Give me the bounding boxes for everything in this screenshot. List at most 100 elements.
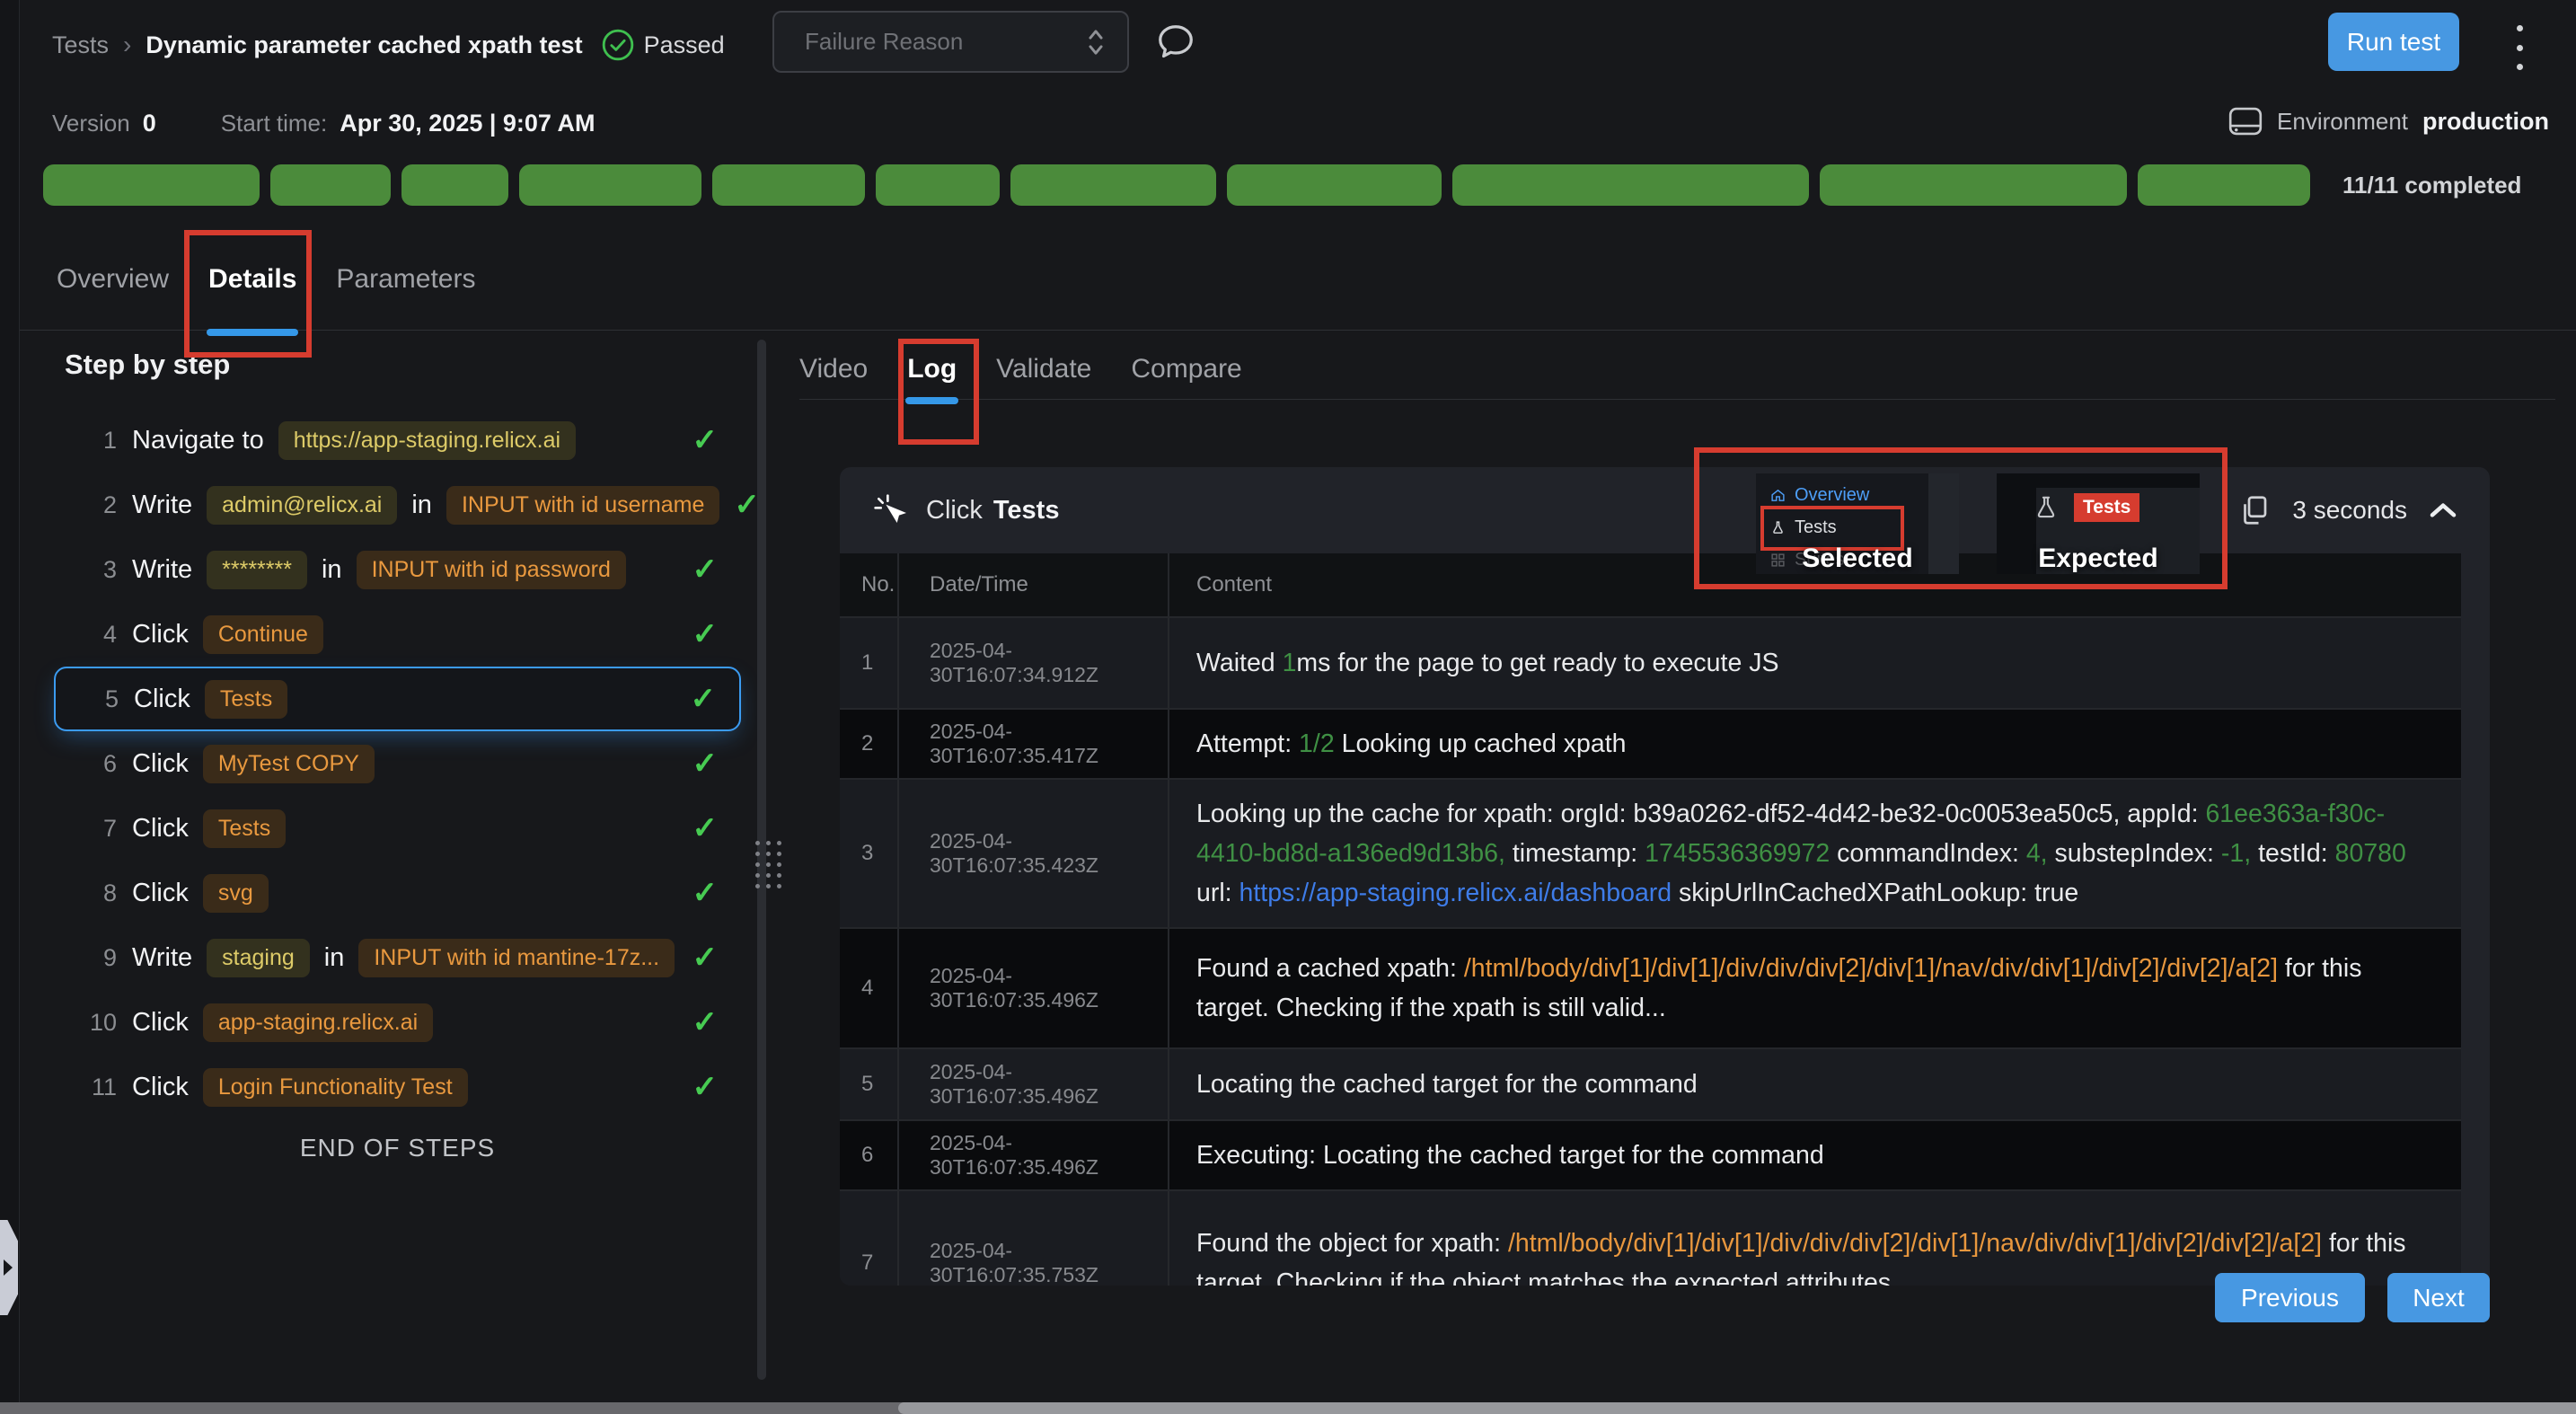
step-row[interactable]: 10Clickapp-staging.relicx.ai✓	[54, 990, 741, 1055]
step-target-chip: svg	[203, 874, 269, 913]
log-xpath-text: /html/body/div[1]/div[1]/div/div/div[2]/…	[1508, 1229, 2322, 1258]
progress-segment[interactable]	[401, 164, 508, 206]
expand-sidebar-arrow[interactable]	[0, 1220, 18, 1315]
progress-segment[interactable]	[519, 164, 701, 206]
step-row[interactable]: 8Clicksvg✓	[54, 861, 741, 925]
more-options-kebab[interactable]	[2510, 25, 2528, 70]
log-row-content: Found the object for xpath: /html/body/d…	[1168, 1191, 2461, 1286]
log-url-link[interactable]: https://app-staging.relicx.ai/dashboard	[1239, 879, 1672, 907]
step-row[interactable]: 2Writeadmin@relicx.aiinINPUT with id use…	[54, 473, 741, 537]
step-action-text: in	[324, 943, 345, 973]
failure-reason-select[interactable]: Failure Reason	[772, 11, 1129, 73]
detail-tab-validate[interactable]: Validate	[996, 347, 1091, 392]
selected-thumbnail[interactable]: OverviewTestsSuites Selected	[1756, 473, 1959, 574]
step-number: 5	[75, 685, 119, 713]
detail-tab-log[interactable]: Log	[907, 347, 957, 392]
step-number: 11	[74, 1074, 117, 1101]
step-target-chip: INPUT with id mantine-17z...	[358, 939, 675, 977]
step-action-text: Click	[134, 685, 190, 714]
log-row-number: 2	[840, 710, 897, 778]
tab-details[interactable]: Details	[208, 257, 296, 302]
log-row-number: 3	[840, 780, 897, 927]
step-action-text: in	[411, 490, 432, 520]
progress-segment[interactable]	[712, 164, 865, 206]
log-text-segment: Found the object for xpath:	[1196, 1229, 1508, 1258]
log-row: 32025-04-30T16:07:35.423ZLooking up the …	[840, 778, 2461, 927]
step-duration: 3 seconds	[2292, 496, 2407, 525]
tab-parameters[interactable]: Parameters	[336, 257, 475, 302]
log-text-segment: substepIndex:	[2048, 839, 2221, 868]
progress-segment[interactable]	[1452, 164, 1809, 206]
log-xpath-text: /html/body/div[1]/div[1]/div/div/div[2]/…	[1464, 954, 2278, 983]
detail-tab-video[interactable]: Video	[799, 347, 868, 392]
step-target-chip: MyTest COPY	[203, 745, 375, 783]
step-row[interactable]: 11 Click Login Functionality Test ✓	[54, 1055, 741, 1119]
collapse-chevron-up-icon[interactable]	[2429, 501, 2457, 519]
log-row-number: 1	[840, 618, 897, 708]
panel-resize-handle[interactable]	[755, 841, 781, 888]
step-number: 1	[74, 427, 117, 455]
step-row[interactable]: 7ClickTests✓	[54, 796, 741, 861]
run-test-button[interactable]: Run test	[2328, 13, 2459, 71]
comment-bubble-button[interactable]	[1155, 18, 1202, 65]
environment-label: Environment	[2277, 108, 2408, 136]
copy-icon[interactable]	[2238, 494, 2271, 526]
log-row: 72025-04-30T16:07:35.753ZFound the objec…	[840, 1189, 2461, 1286]
step-value-chip: ********	[207, 551, 307, 589]
log-row-number: 5	[840, 1049, 897, 1119]
step-action-text: Click	[132, 1073, 189, 1102]
step-action-text: Write	[132, 943, 192, 973]
log-row-timestamp: 2025-04-30T16:07:35.417Z	[897, 710, 1168, 778]
step-check-icon: ✓	[691, 681, 717, 717]
next-button[interactable]: Next	[2387, 1273, 2490, 1322]
progress-segment[interactable]	[270, 164, 391, 206]
step-action-text: Write	[132, 555, 192, 585]
log-content-text: Waited 1ms for the page to get ready to …	[1196, 643, 1778, 683]
expected-thumbnail[interactable]: Tests Expected	[1997, 473, 2200, 574]
progress-segment[interactable]	[1820, 164, 2127, 206]
progress-segment[interactable]	[876, 164, 1000, 206]
step-row[interactable]: 4ClickContinue✓	[54, 602, 741, 667]
log-content-text: Executing: Locating the cached target fo…	[1196, 1136, 1824, 1175]
log-content-text: Attempt: 1/2 Looking up cached xpath	[1196, 724, 1627, 764]
progress-segment[interactable]	[1227, 164, 1442, 206]
horizontal-scrollbar	[0, 1402, 2576, 1414]
expected-thumbnail-label: Expected	[1997, 544, 2200, 574]
progress-segment[interactable]	[1010, 164, 1216, 206]
version-label: Version	[52, 110, 130, 137]
step-check-icon: ✓	[693, 1069, 719, 1105]
flask-icon	[2033, 494, 2060, 521]
log-row-content: Locating the cached target for the comma…	[1168, 1049, 2461, 1119]
step-by-step-panel: Step by step 1Navigate tohttps://app-sta…	[20, 334, 788, 1383]
previous-button[interactable]: Previous	[2215, 1273, 2365, 1322]
step-check-icon: ✓	[693, 746, 719, 782]
step-target-chip: INPUT with id username	[446, 486, 719, 525]
step-row[interactable]: 1Navigate tohttps://app-staging.relicx.a…	[54, 408, 741, 473]
log-text-segment: 1/2	[1299, 729, 1335, 758]
step-action-text: Write	[132, 490, 192, 520]
log-row-timestamp: 2025-04-30T16:07:35.496Z	[897, 929, 1168, 1047]
step-target-chip: Login Functionality Test	[203, 1068, 468, 1107]
step-action-text: Click	[132, 879, 189, 908]
step-action-text: Navigate to	[132, 426, 264, 455]
log-row-number: 4	[840, 929, 897, 1047]
collapsed-sidebar-rail	[0, 0, 20, 1414]
step-row[interactable]: 6ClickMyTest COPY✓	[54, 731, 741, 796]
horizontal-scrollbar-thumb[interactable]	[898, 1402, 2576, 1414]
step-row[interactable]: 5ClickTests✓	[54, 667, 741, 731]
step-action-text: Click	[132, 814, 189, 844]
step-number: 10	[74, 1009, 117, 1037]
progress-segment[interactable]	[43, 164, 260, 206]
active-tab-underline	[905, 397, 958, 404]
step-row[interactable]: 3Write********inINPUT with id password✓	[54, 537, 741, 602]
passed-check-icon	[601, 28, 635, 62]
step-row[interactable]: 9WritestaginginINPUT with id mantine-17z…	[54, 925, 741, 990]
progress-segment[interactable]	[2138, 164, 2310, 206]
end-of-steps-label: END OF STEPS	[54, 1134, 741, 1162]
page-title: Dynamic parameter cached xpath test	[146, 31, 582, 59]
tab-overview[interactable]: Overview	[57, 257, 169, 302]
detail-tab-compare[interactable]: Compare	[1131, 347, 1241, 392]
log-row-timestamp: 2025-04-30T16:07:35.496Z	[897, 1049, 1168, 1119]
log-text-segment: 1	[1283, 649, 1297, 677]
breadcrumb-tests-link[interactable]: Tests	[52, 31, 109, 59]
